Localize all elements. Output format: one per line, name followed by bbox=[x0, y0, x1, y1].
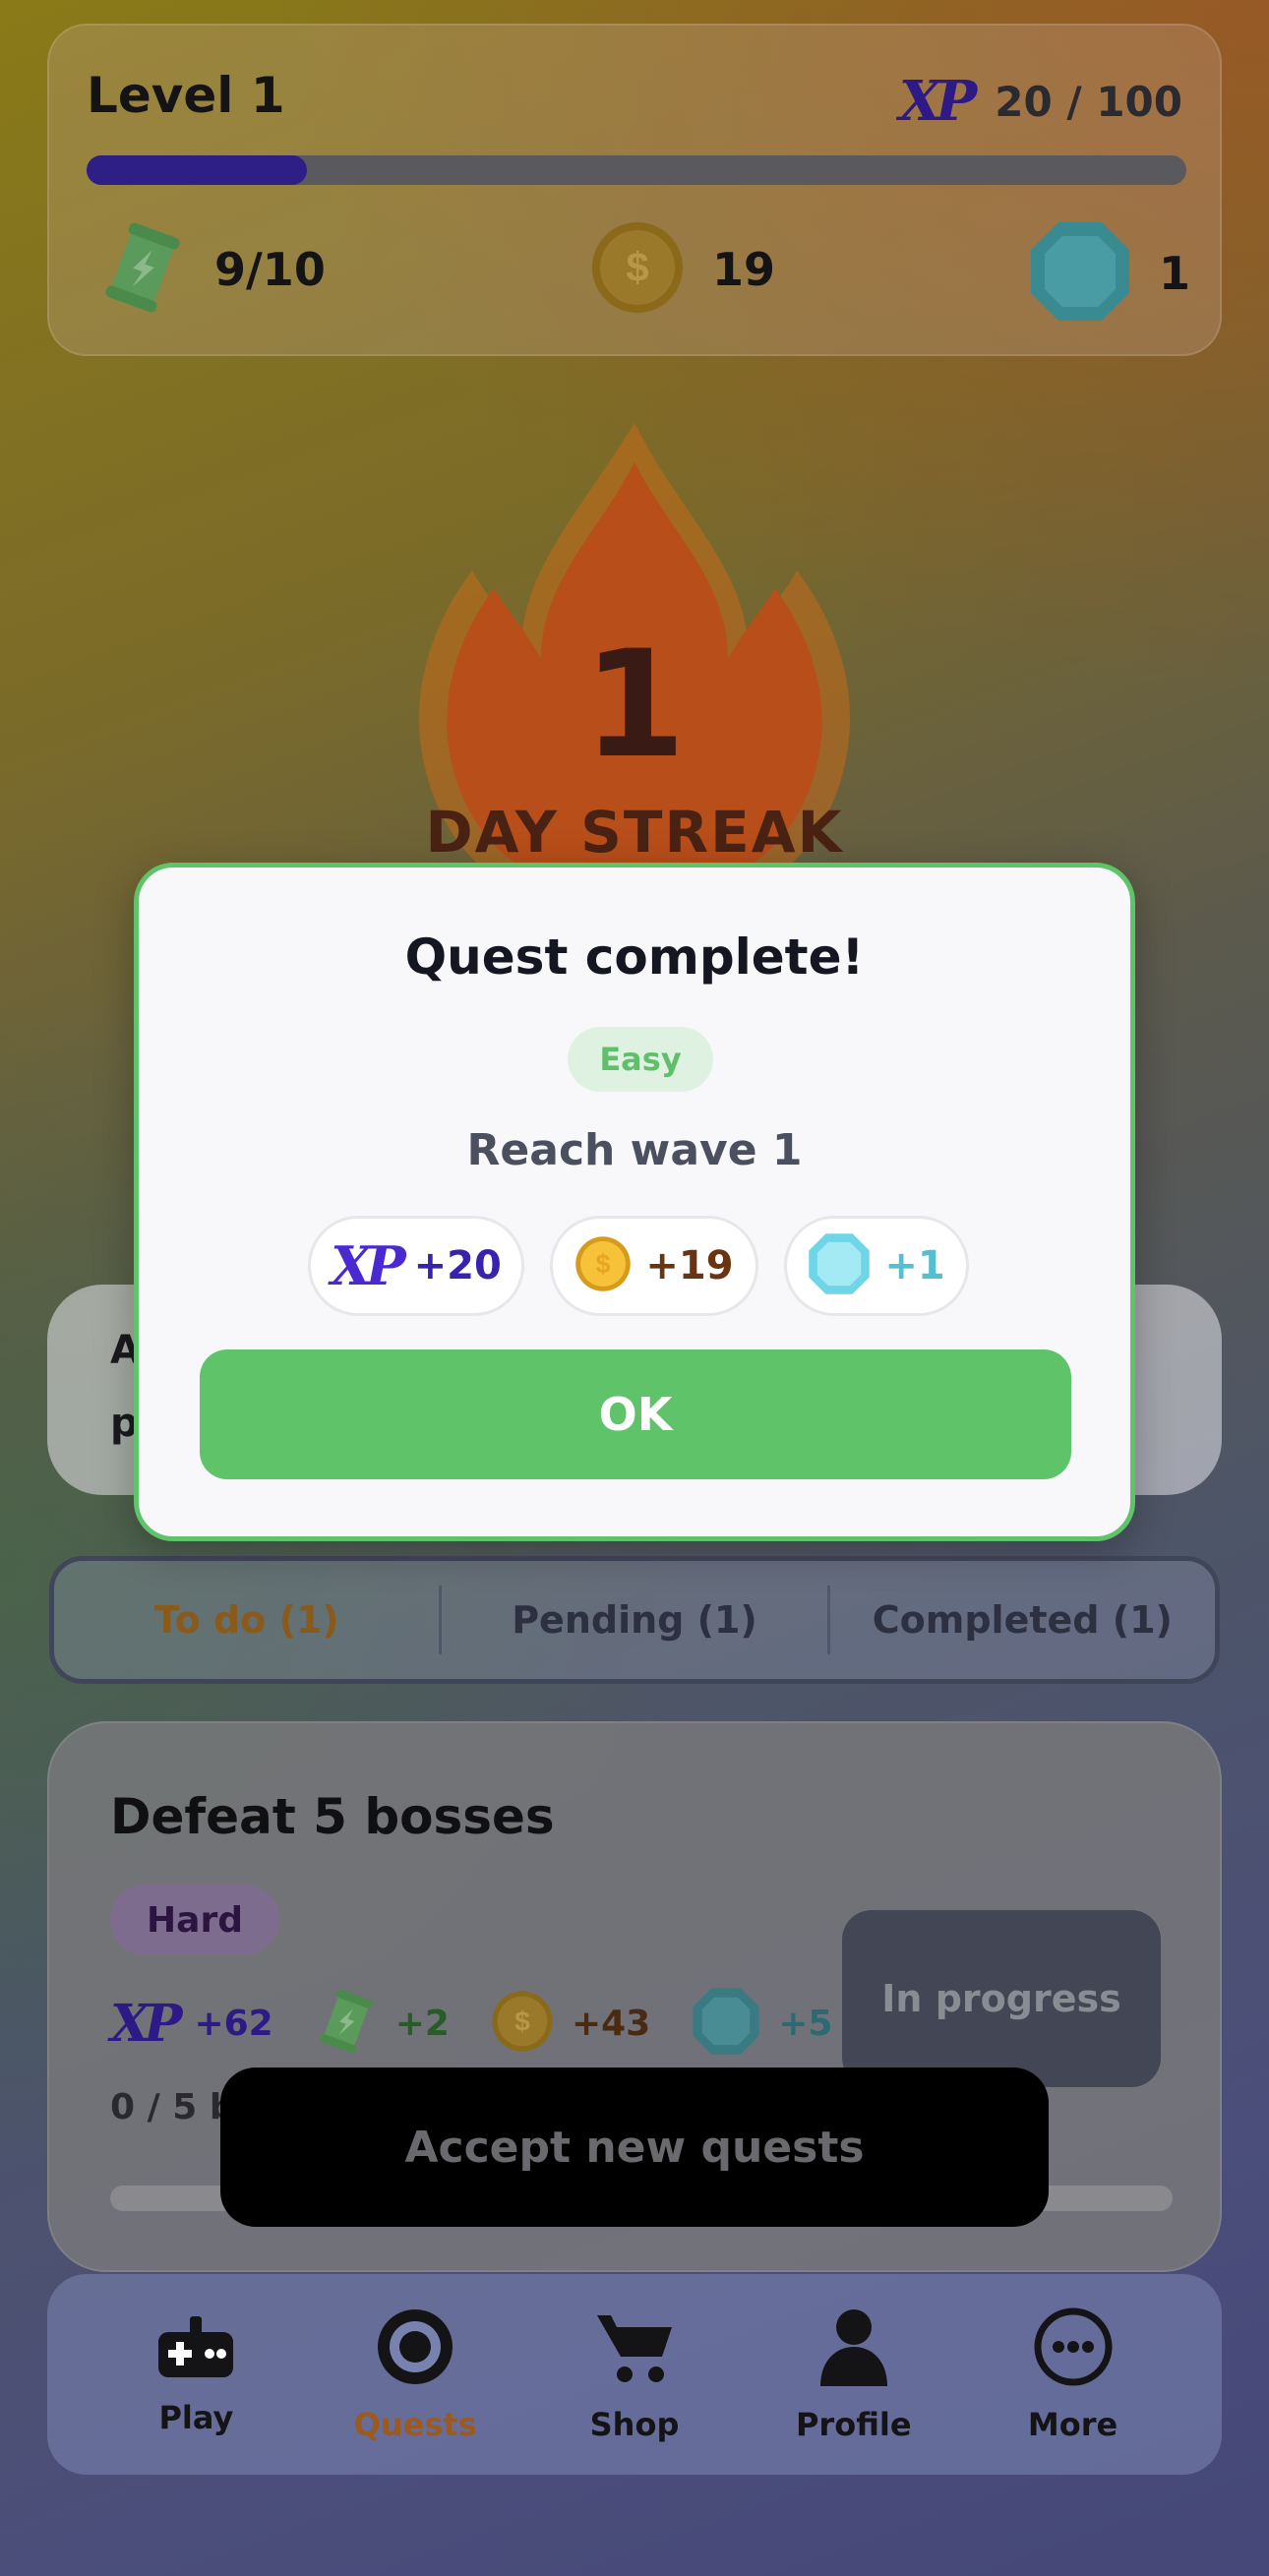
person-icon bbox=[813, 2306, 895, 2392]
difficulty-badge: Hard bbox=[110, 1885, 279, 1955]
tab-to-do[interactable]: To do (1) bbox=[54, 1598, 439, 1642]
in-progress-button[interactable]: In progress bbox=[842, 1910, 1161, 2087]
coins-value: 19 bbox=[712, 243, 776, 296]
tab-pending[interactable]: Pending (1) bbox=[442, 1598, 826, 1642]
streak-count: 1 bbox=[582, 620, 687, 791]
nav-label: Profile bbox=[795, 2406, 912, 2443]
level-label: Level 1 bbox=[87, 67, 285, 124]
accept-new-quests-button[interactable]: Accept new quests bbox=[220, 2067, 1049, 2227]
nav-quests[interactable]: Quests bbox=[327, 2306, 504, 2443]
streak-label: DAY STREAK bbox=[425, 799, 844, 866]
nav-label: Quests bbox=[353, 2406, 477, 2443]
xp-reward: +20 bbox=[413, 1243, 502, 1288]
xp-counter: XP 20 / 100 bbox=[899, 69, 1182, 134]
coin-reward: +43 bbox=[571, 2003, 651, 2044]
quest-complete-modal: Quest complete! Easy Reach wave 1 XP +20… bbox=[134, 863, 1135, 1541]
nav-label: More bbox=[1027, 2406, 1118, 2443]
stats-card: Level 1 XP 20 / 100 9/10 $ 19 1 bbox=[47, 24, 1222, 356]
target-icon bbox=[374, 2306, 456, 2392]
energy-counter: 9/10 bbox=[98, 220, 326, 319]
energy-reward: +2 bbox=[394, 2003, 450, 2044]
gem-reward: +5 bbox=[778, 2003, 833, 2044]
bottom-nav: Play Quests Shop Profile More bbox=[47, 2274, 1222, 2475]
nav-play[interactable]: Play bbox=[107, 2312, 284, 2436]
xp-icon: XP bbox=[898, 69, 978, 134]
coin-icon: $ bbox=[491, 1990, 554, 2057]
more-icon bbox=[1032, 2306, 1115, 2392]
xp-progress-bar bbox=[87, 155, 1186, 185]
completed-quest-name: Reach wave 1 bbox=[466, 1125, 803, 1175]
xp-reward-pill: XP +20 bbox=[308, 1216, 524, 1316]
quest-title: Defeat 5 bosses bbox=[110, 1788, 555, 1845]
energy-value: 9/10 bbox=[214, 243, 326, 296]
energy-icon bbox=[98, 220, 187, 319]
gem-icon bbox=[692, 1987, 760, 2060]
svg-text:$: $ bbox=[626, 244, 648, 290]
gems-counter: 1 bbox=[1029, 220, 1190, 327]
nav-more[interactable]: More bbox=[985, 2306, 1162, 2443]
coin-icon: $ bbox=[590, 220, 685, 319]
quest-tabs: To do (1) Pending (1) Completed (1) bbox=[49, 1556, 1220, 1684]
coins-counter: $ 19 bbox=[590, 220, 775, 319]
xp-value: 20 / 100 bbox=[995, 77, 1182, 126]
coin-reward: +19 bbox=[645, 1243, 734, 1288]
gem-reward-pill: +1 bbox=[784, 1216, 969, 1316]
energy-icon bbox=[315, 1987, 378, 2060]
nav-profile[interactable]: Profile bbox=[765, 2306, 942, 2443]
gem-icon bbox=[808, 1232, 871, 1299]
gem-icon bbox=[1029, 220, 1131, 327]
coin-reward-pill: $ +19 bbox=[550, 1216, 758, 1316]
nav-label: Play bbox=[158, 2399, 234, 2436]
xp-progress-fill bbox=[87, 155, 307, 185]
xp-reward: +62 bbox=[194, 2003, 273, 2044]
svg-text:$: $ bbox=[514, 2006, 530, 2036]
ok-button[interactable]: OK bbox=[200, 1349, 1071, 1479]
coin-icon: $ bbox=[574, 1235, 632, 1296]
xp-icon: XP bbox=[110, 1993, 182, 2054]
tab-completed[interactable]: Completed (1) bbox=[830, 1598, 1215, 1642]
nav-label: Shop bbox=[589, 2406, 680, 2443]
gem-reward: +1 bbox=[884, 1243, 945, 1288]
xp-icon: XP bbox=[331, 1234, 405, 1297]
cart-icon bbox=[593, 2306, 676, 2392]
difficulty-badge: Easy bbox=[568, 1027, 713, 1092]
svg-text:$: $ bbox=[596, 1249, 611, 1279]
gems-value: 1 bbox=[1159, 247, 1191, 300]
quest-progress-text: 0 / 5 b bbox=[110, 2087, 235, 2127]
modal-title: Quest complete! bbox=[404, 929, 865, 986]
nav-shop[interactable]: Shop bbox=[546, 2306, 723, 2443]
gamepad-icon bbox=[154, 2312, 237, 2385]
quest-rewards: XP +62 +2 $ +43 +5 bbox=[110, 1987, 856, 2060]
